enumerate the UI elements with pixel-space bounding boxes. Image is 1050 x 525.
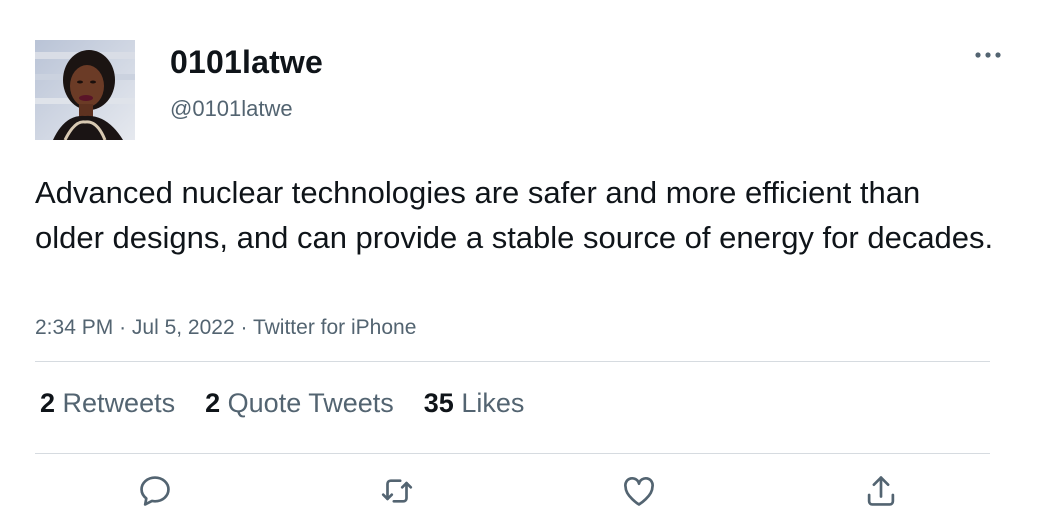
meta-separator: · (240, 316, 248, 339)
quote-tweets-stat[interactable]: 2 Quote Tweets (205, 388, 394, 419)
avatar[interactable] (35, 40, 135, 140)
tweet-date[interactable]: Jul 5, 2022 (132, 316, 235, 339)
more-options-button[interactable] (970, 40, 1006, 70)
tweet-text: Advanced nuclear technologies are safer … (35, 175, 994, 255)
tweet-metadata: 2:34 PM · Jul 5, 2022 · Twitter for iPho… (35, 316, 416, 340)
likes-label: Likes (461, 388, 525, 418)
reply-icon (136, 472, 174, 515)
heart-icon (620, 472, 658, 515)
share-icon (862, 472, 900, 515)
tweet-source[interactable]: Twitter for iPhone (253, 316, 416, 339)
display-name[interactable]: 0101latwe (170, 44, 323, 81)
meta-separator: · (119, 316, 127, 339)
retweets-stat[interactable]: 2 Retweets (40, 388, 175, 419)
likes-count: 35 (423, 388, 454, 418)
divider (35, 361, 990, 362)
tweet-action-bar (0, 470, 1050, 520)
share-button[interactable] (858, 470, 904, 516)
retweet-icon (378, 472, 416, 515)
user-handle[interactable]: @0101latwe (170, 96, 293, 122)
likes-stat[interactable]: 35 Likes (424, 388, 525, 419)
quote-tweets-count: 2 (205, 388, 221, 418)
tweet-time[interactable]: 2:34 PM (35, 316, 113, 339)
retweet-button[interactable] (374, 470, 420, 516)
divider (35, 453, 990, 454)
quote-tweets-label: Quote Tweets (227, 388, 394, 418)
reply-button[interactable] (132, 470, 178, 516)
retweets-label: Retweets (62, 388, 176, 418)
tweet-detail: 0101latwe @0101latwe Advanced nuclear te… (0, 0, 1050, 525)
engagement-stats: 2 Retweets 2 Quote Tweets 35 Likes (40, 388, 524, 419)
like-button[interactable] (616, 470, 662, 516)
more-horizontal-icon (973, 46, 1003, 64)
retweets-count: 2 (40, 388, 56, 418)
